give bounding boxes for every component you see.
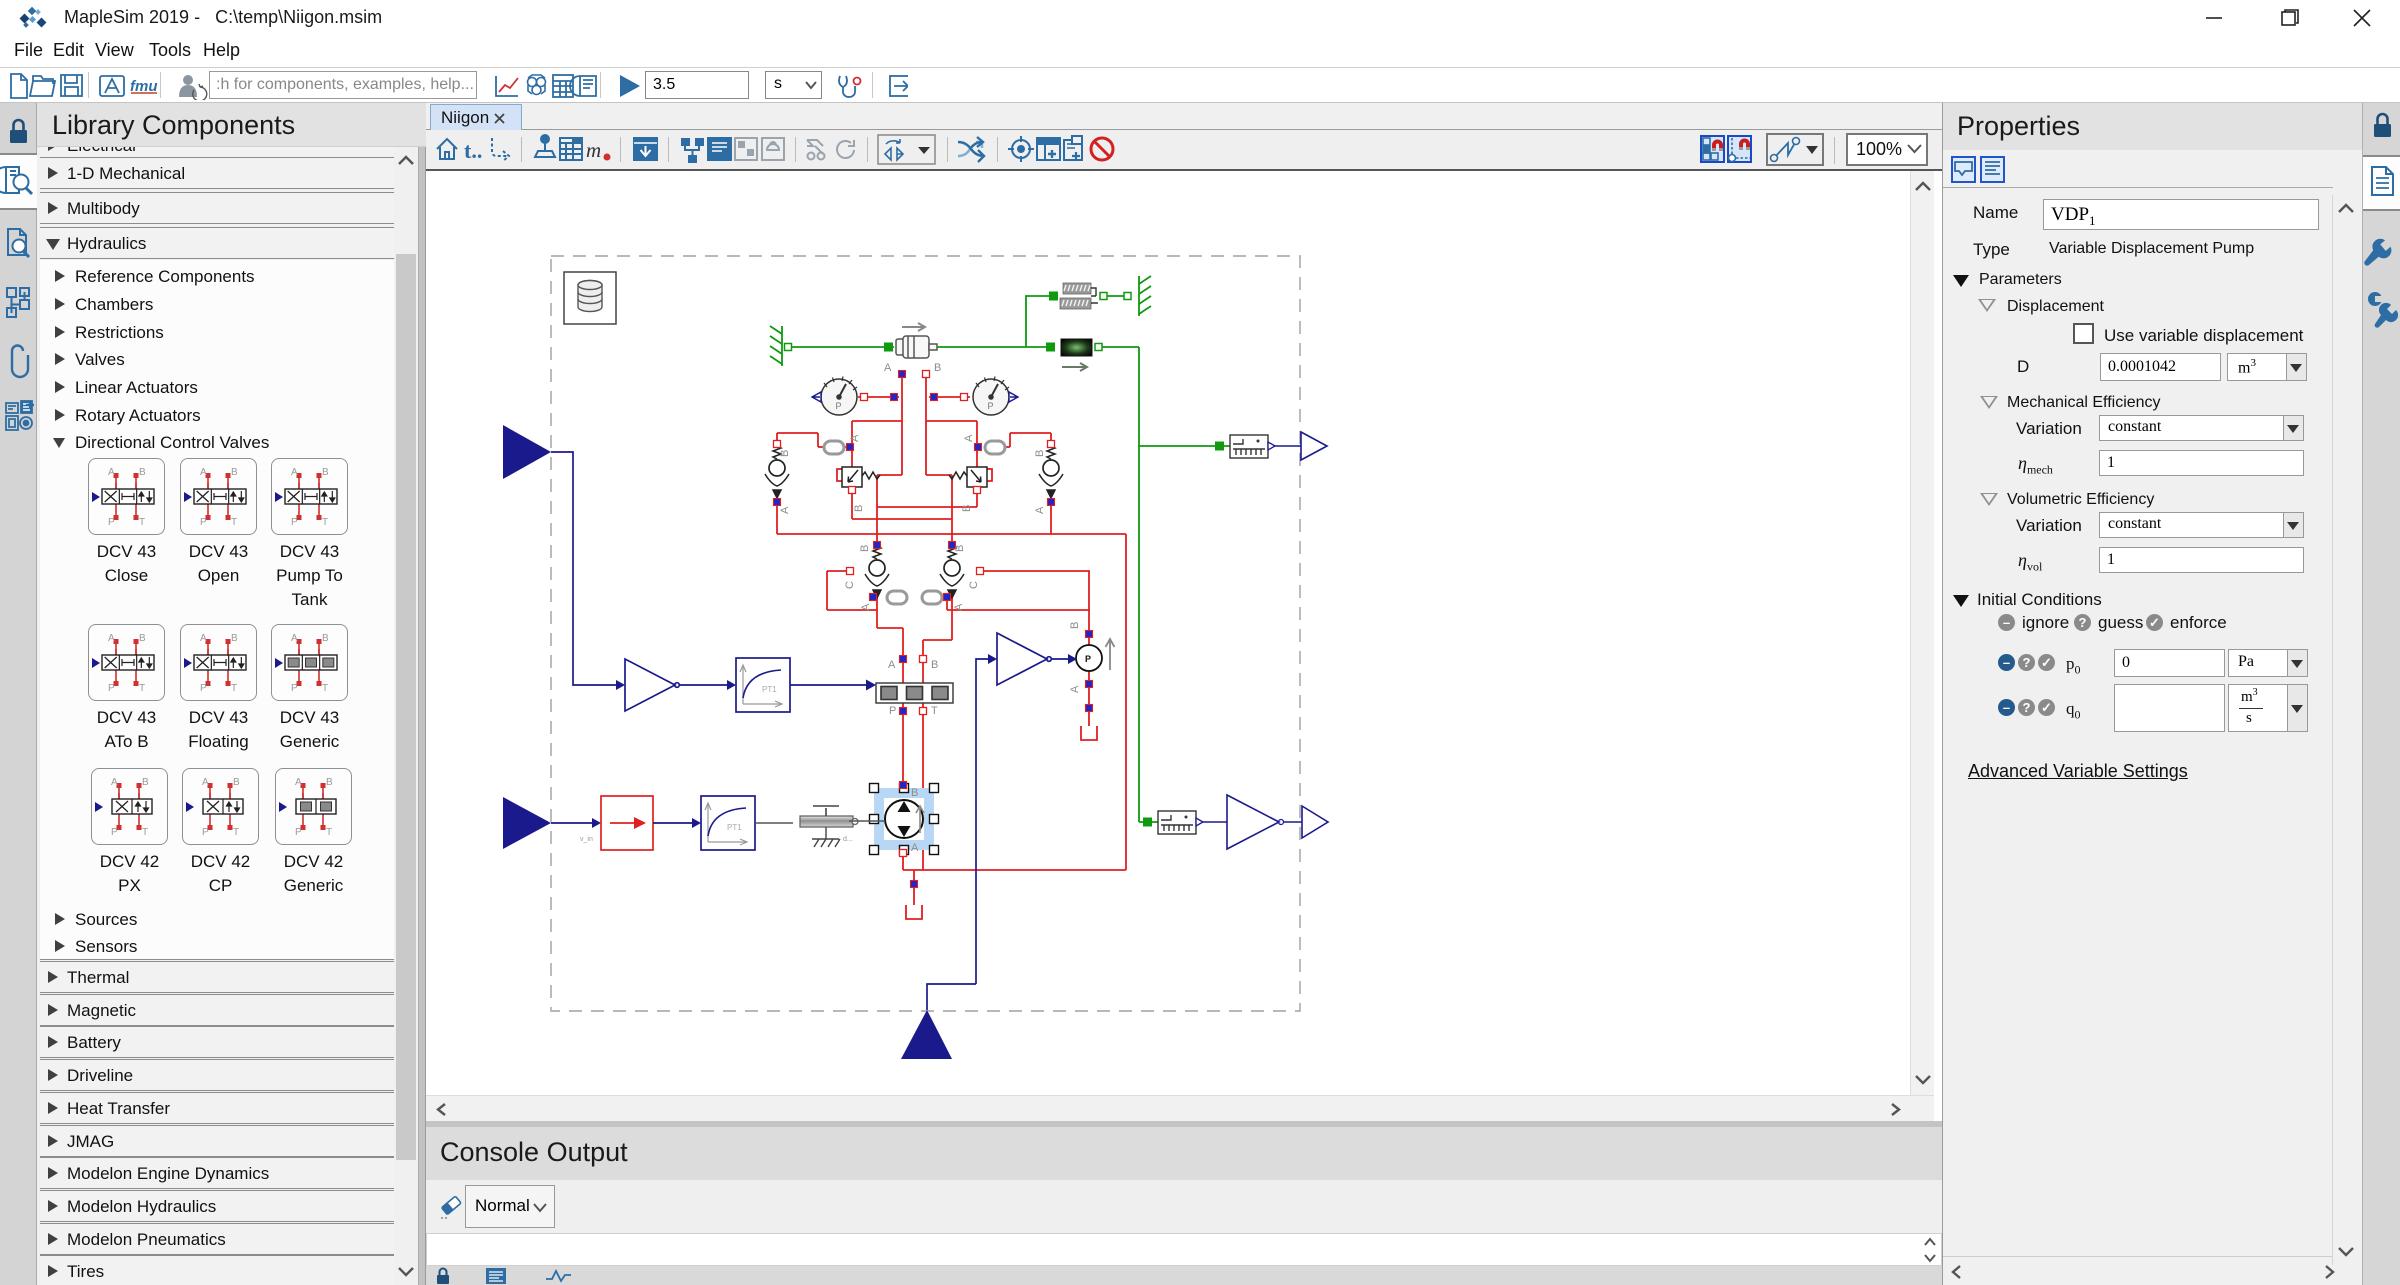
svg-text:B: B: [231, 633, 238, 644]
svg-text:A: A: [111, 777, 118, 788]
svg-text:C: C: [844, 581, 856, 589]
svg-text:A: A: [1034, 506, 1046, 514]
svg-text:A: A: [779, 506, 791, 514]
svg-text:B: B: [139, 467, 146, 478]
svg-text:T: T: [931, 705, 938, 717]
svg-text:A: A: [849, 434, 861, 442]
svg-text:P: P: [836, 401, 842, 411]
svg-text:PT1: PT1: [762, 685, 777, 694]
svg-text:P: P: [108, 517, 115, 528]
svg-text:B: B: [142, 777, 149, 788]
svg-text:v_in: v_in: [580, 836, 593, 843]
svg-text:A: A: [888, 659, 896, 671]
svg-text:T: T: [139, 683, 145, 694]
svg-text:A: A: [1069, 685, 1081, 693]
svg-text:P: P: [1085, 654, 1091, 664]
svg-text:B: B: [326, 777, 333, 788]
svg-text:A: A: [200, 633, 207, 644]
svg-text:A: A: [202, 777, 209, 788]
svg-text:A: A: [291, 633, 298, 644]
svg-text:B: B: [322, 467, 329, 478]
svg-text:P: P: [291, 683, 298, 694]
svg-text:P: P: [108, 683, 115, 694]
svg-text:B: B: [859, 545, 871, 552]
svg-text:A: A: [953, 603, 965, 611]
svg-text:P: P: [295, 827, 302, 838]
svg-text:A: A: [291, 467, 298, 478]
svg-text:B: B: [853, 505, 865, 512]
svg-text:B: B: [931, 659, 938, 671]
svg-text:B: B: [934, 362, 941, 374]
svg-text:B: B: [233, 777, 240, 788]
svg-text:P: P: [291, 517, 298, 528]
svg-text:A: A: [911, 842, 919, 854]
svg-text:T: T: [231, 683, 237, 694]
svg-text:B: B: [139, 633, 146, 644]
svg-text:B: B: [1034, 450, 1046, 457]
svg-text:A: A: [200, 467, 207, 478]
svg-text:T: T: [322, 517, 328, 528]
svg-text:C: C: [968, 581, 980, 589]
svg-text:A: A: [108, 467, 115, 478]
svg-text:A: A: [884, 362, 892, 374]
svg-text:B: B: [322, 633, 329, 644]
svg-text:B: B: [911, 787, 918, 799]
svg-text:T: T: [142, 827, 148, 838]
svg-text:A: A: [108, 633, 115, 644]
svg-text:A: A: [963, 434, 975, 442]
svg-text:B: B: [1069, 622, 1081, 629]
svg-text:B: B: [231, 467, 238, 478]
svg-text:T: T: [139, 517, 145, 528]
svg-text:P: P: [988, 401, 994, 411]
svg-text:P: P: [111, 827, 118, 838]
svg-text:A: A: [860, 603, 872, 611]
svg-text:B: B: [954, 545, 966, 552]
svg-text:P: P: [202, 827, 209, 838]
svg-text:t..: t..: [464, 138, 482, 163]
svg-text:PT1: PT1: [727, 823, 742, 832]
svg-text:P: P: [200, 683, 207, 694]
svg-text:T: T: [231, 517, 237, 528]
svg-text:B: B: [961, 505, 973, 512]
svg-text:A: A: [295, 777, 302, 788]
svg-text:B: B: [779, 450, 791, 457]
svg-text:P: P: [889, 705, 896, 717]
svg-text:T: T: [326, 827, 332, 838]
svg-text:m: m: [586, 138, 601, 162]
svg-text:d...: d...: [843, 836, 853, 843]
svg-text:T: T: [322, 683, 328, 694]
svg-text:T: T: [233, 827, 239, 838]
svg-text:P: P: [200, 517, 207, 528]
